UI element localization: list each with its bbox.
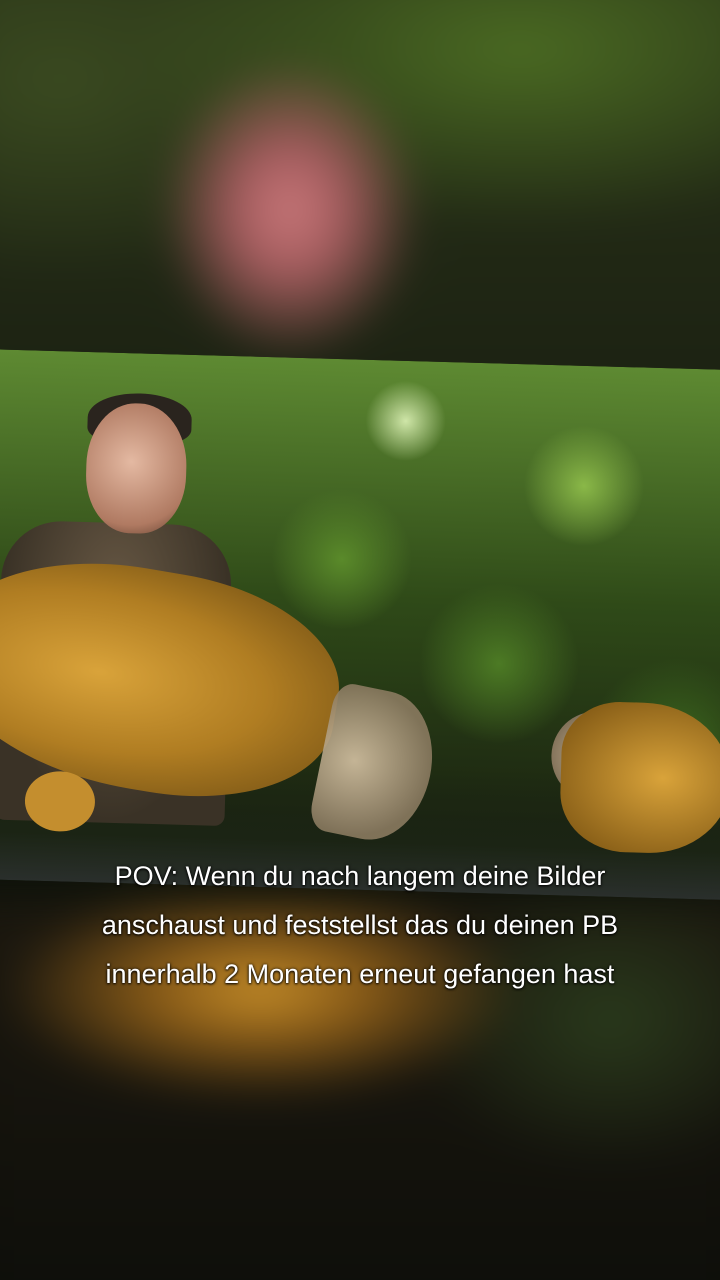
angler-head <box>84 402 189 535</box>
caption-line-2: anschaust und feststellst das du deinen … <box>101 910 619 940</box>
caption-line-1: POV: Wenn du nach langem deine Bilder <box>114 861 606 891</box>
carp-photo <box>0 349 720 901</box>
caption-line-3: innerhalb 2 Monaten erneut gefangen hast <box>105 959 615 989</box>
video-caption: POV: Wenn du nach langem deine Bilder an… <box>0 852 720 999</box>
second-carp-fish <box>558 700 720 856</box>
